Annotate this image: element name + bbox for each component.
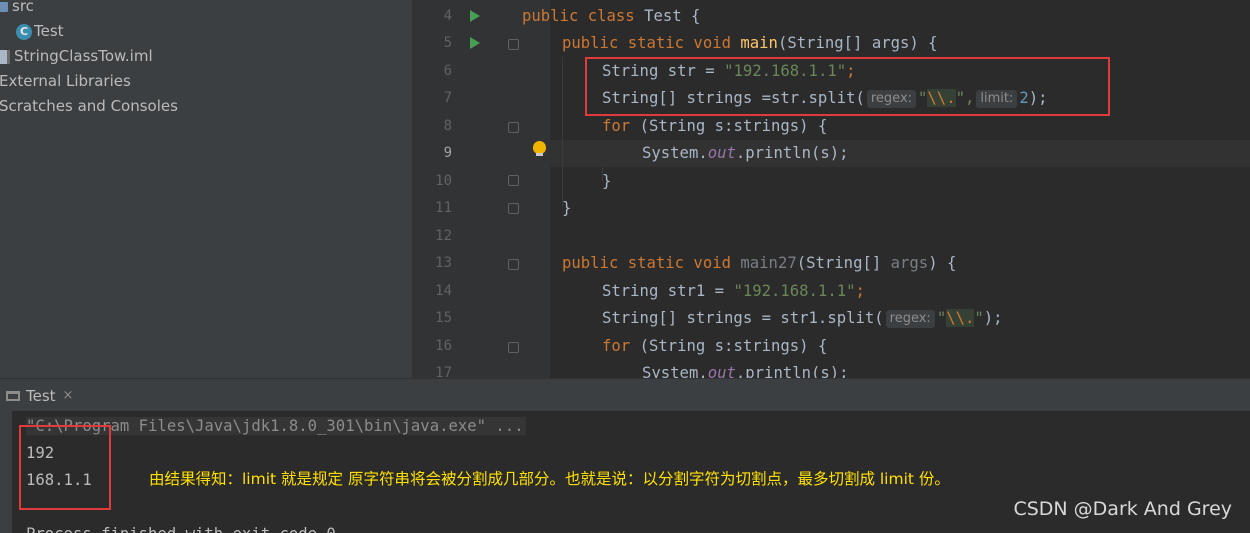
line-number: 17 [435, 365, 452, 378]
tree-item-scratches[interactable]: Scratches and Consoles [0, 94, 178, 119]
tree-item-iml[interactable]: StringClassTow.iml [0, 44, 153, 69]
tree-item-external-libraries[interactable]: External Libraries [0, 69, 131, 94]
run-main-icon[interactable] [470, 37, 480, 49]
annotation-note: 由结果得知：limit 就是规定 原字符串将会被分割成几部分。也就是说：以分割字… [149, 470, 950, 488]
console-icon [6, 391, 20, 401]
code-line-11: } [562, 199, 572, 217]
code-line-14: String str1 = "192.168.1.1"; [602, 282, 865, 300]
code-line-10: } [602, 172, 612, 190]
line-number: 8 [443, 118, 452, 134]
output-highlight-box [19, 425, 111, 510]
run-tab-label: Test [26, 387, 56, 405]
line-number: 14 [435, 283, 452, 299]
fold-icon[interactable] [508, 122, 519, 133]
tree-item-label: Test [34, 22, 64, 40]
run-toolbar [0, 411, 12, 533]
line-number: 15 [435, 310, 452, 326]
line-number: 5 [443, 35, 452, 51]
code-editor[interactable]: 4 5 6 7 8 9 10 11 12 13 14 15 16 17 publ… [412, 0, 1250, 378]
project-tree: src C Test StringClassTow.iml External L… [0, 0, 412, 378]
code-line-16: for (String s:strings) { [602, 337, 828, 355]
java-class-icon: C [16, 23, 32, 40]
fold-icon[interactable] [508, 203, 519, 214]
code-line-9: System.out.println(s); [642, 144, 849, 162]
line-number: 16 [435, 338, 452, 354]
line-number: 12 [435, 228, 452, 244]
code-line-5: public static void main(String[] args) { [562, 34, 938, 52]
fold-icon[interactable] [508, 39, 519, 50]
folder-icon [0, 1, 8, 12]
close-tab-icon[interactable]: × [63, 385, 74, 407]
tree-item-test[interactable]: C Test [16, 19, 64, 44]
code-line-17: System.out.println(s); [642, 364, 849, 378]
tree-item-label: External Libraries [0, 72, 131, 90]
run-class-icon[interactable] [470, 10, 480, 22]
line-number: 13 [435, 255, 452, 271]
fold-icon[interactable] [508, 342, 519, 353]
line-number: 10 [435, 173, 452, 189]
iml-file-icon [0, 49, 10, 64]
code-line-15: String[] strings = str1.split(regex: "\\.… [602, 309, 1003, 328]
code-line-13: public static void main27(String[] args)… [562, 254, 957, 272]
console-finished-line: Process finished with exit code 0 [26, 521, 336, 533]
tree-item-label: StringClassTow.iml [14, 47, 153, 65]
code-line-4: public class Test { [522, 7, 701, 25]
fold-icon[interactable] [508, 259, 519, 270]
line-number: 7 [443, 90, 452, 106]
line-number-current: 9 [443, 145, 452, 161]
lightbulb-icon[interactable] [533, 141, 546, 156]
indent-guide [562, 57, 563, 207]
watermark: CSDN @Dark And Grey [1013, 498, 1232, 520]
tree-item-src[interactable]: src [0, 0, 34, 19]
tree-item-label: src [12, 0, 34, 15]
line-number: 11 [435, 200, 452, 216]
code-line-8: for (String s:strings) { [602, 117, 828, 135]
param-hint-regex: regex: [885, 310, 935, 328]
run-console[interactable]: "C:\Program Files\Java\jdk1.8.0_301\bin\… [12, 411, 1250, 533]
line-number: 6 [443, 63, 452, 79]
fold-icon[interactable] [508, 175, 519, 186]
code-highlight-box [585, 57, 1110, 116]
run-tab-test[interactable]: Test × [6, 385, 73, 407]
line-number: 4 [443, 8, 452, 24]
tree-item-label: Scratches and Consoles [0, 97, 178, 115]
editor-gutter: 4 5 6 7 8 9 10 11 12 13 14 15 16 17 [412, 0, 550, 378]
run-tool-window-header: Test × [0, 378, 1250, 411]
